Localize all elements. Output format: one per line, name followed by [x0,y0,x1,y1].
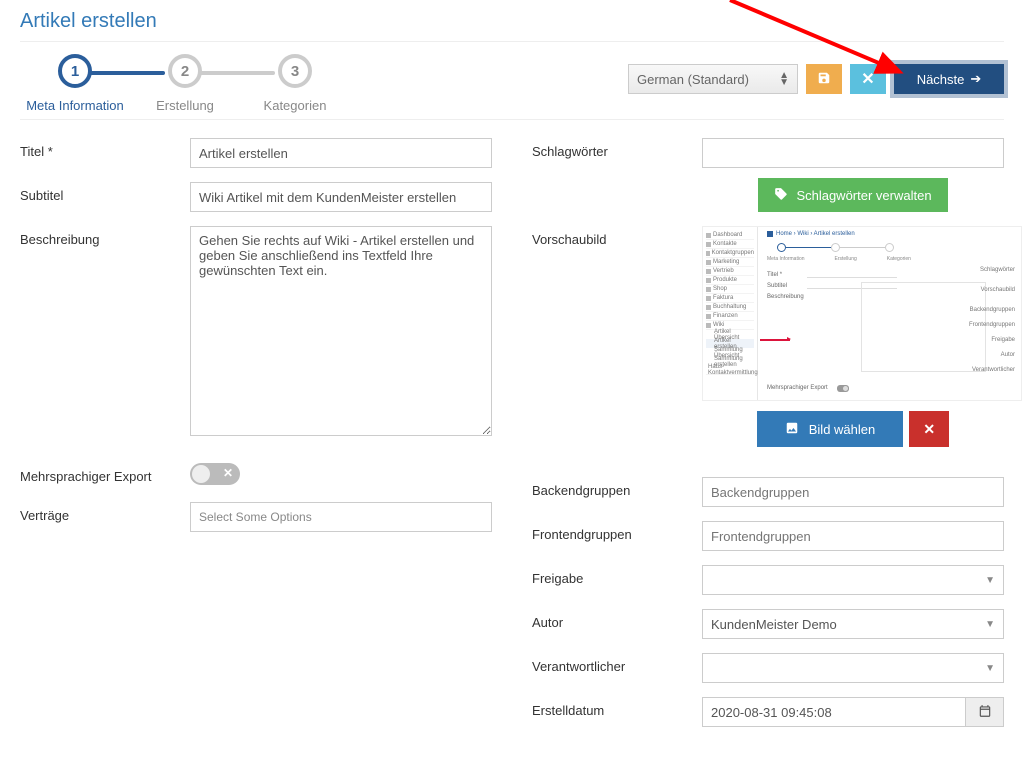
close-icon: ✕ [923,421,935,438]
title-label: Titel * [20,138,190,159]
chevron-down-icon: ▼ [985,663,995,674]
multilang-toggle[interactable]: ✕ [190,463,240,485]
step-meta-information[interactable]: 1 Meta Information [20,54,130,113]
close-icon: ✕ [223,466,233,480]
language-value: German (Standard) [637,72,749,87]
created-date-input[interactable] [702,697,966,727]
created-label: Erstelldatum [532,697,702,718]
step-kategorien[interactable]: 3 Kategorien [240,54,350,113]
choose-image-button[interactable]: Bild wählen [757,411,904,447]
preview-thumbnail: Dashboard Kontakte Kontaktgruppen Market… [702,226,1022,401]
manage-tags-button[interactable]: Schlagwörter verwalten [758,178,947,212]
frontend-label: Frontendgruppen [532,521,702,542]
remove-image-button[interactable]: ✕ [909,411,949,447]
step-label: Kategorien [264,98,327,113]
tags-input[interactable] [702,138,1004,168]
save-icon [817,71,831,88]
divider [20,119,1004,120]
page-title: Artikel erstellen [20,10,1004,33]
close-icon: ✕ [861,69,874,89]
contracts-label: Verträge [20,502,190,523]
calendar-button[interactable] [966,697,1004,727]
next-button[interactable]: Nächste ➔ [894,64,1004,94]
tag-icon [774,187,788,204]
frontend-input[interactable] [702,521,1004,551]
backend-label: Backendgruppen [532,477,702,498]
chevron-down-icon: ▼ [985,619,995,630]
chevron-down-icon: ▼ [985,575,995,586]
manage-tags-label: Schlagwörter verwalten [796,188,931,203]
responsible-label: Verantwortlicher [532,653,702,674]
author-select[interactable]: KundenMeister Demo ▼ [702,609,1004,639]
contracts-select[interactable]: Select Some Options [190,502,492,532]
tags-label: Schlagwörter [532,138,702,159]
cancel-button[interactable]: ✕ [850,64,886,94]
step-number: 1 [58,54,92,88]
responsible-select[interactable]: ▼ [702,653,1004,683]
step-erstellung[interactable]: 2 Erstellung [130,54,240,113]
step-wizard: 1 Meta Information 2 Erstellung 3 Katego… [20,54,350,113]
subtitle-label: Subtitel [20,182,190,203]
language-select[interactable]: German (Standard) ▲▼ [628,64,798,94]
right-column: Schlagwörter Schlagwörter verwalten Vors… [532,138,1004,741]
save-button[interactable] [806,64,842,94]
step-label: Erstellung [156,98,214,113]
updown-icon: ▲▼ [779,72,789,86]
step-number: 3 [278,54,312,88]
description-textarea[interactable] [190,226,492,436]
title-input[interactable] [190,138,492,168]
calendar-icon [978,704,992,721]
author-label: Autor [532,609,702,630]
choose-image-label: Bild wählen [809,422,876,437]
step-label: Meta Information [26,98,124,113]
divider [20,41,1004,42]
next-label: Nächste [917,72,965,87]
release-label: Freigabe [532,565,702,586]
release-select[interactable]: ▼ [702,565,1004,595]
subtitle-input[interactable] [190,182,492,212]
preview-label: Vorschaubild [532,226,702,247]
image-icon [785,421,799,438]
left-column: Titel * Subtitel Beschreibung Mehrsprach… [20,138,492,741]
arrow-right-icon: ➔ [970,71,981,87]
step-number: 2 [168,54,202,88]
description-label: Beschreibung [20,226,190,247]
author-value: KundenMeister Demo [711,617,837,632]
multilang-label: Mehrsprachiger Export [20,463,190,484]
backend-input[interactable] [702,477,1004,507]
